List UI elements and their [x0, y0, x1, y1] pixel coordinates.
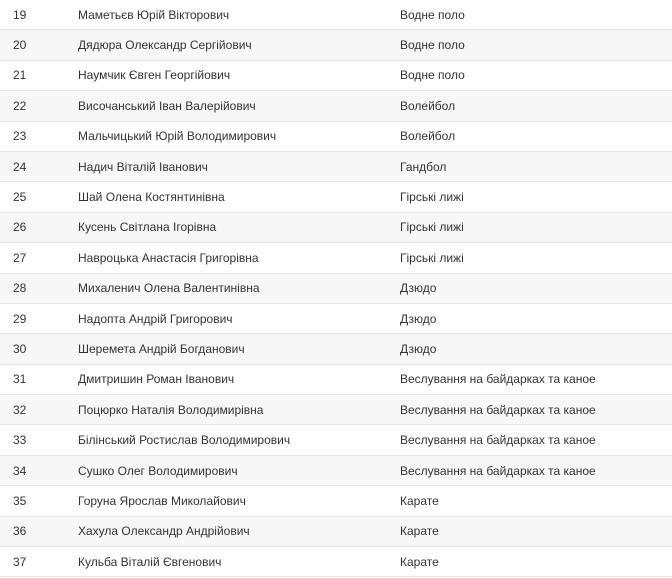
- sport-name: Гірські лижі: [400, 220, 464, 235]
- sport-name: Карате: [400, 554, 439, 569]
- athlete-name: Горуна Ярослав Миколайович: [78, 493, 246, 508]
- table-row: 20 Дядюра Олександр Сергійович Водне пол…: [0, 30, 672, 61]
- athlete-name: Михаленич Олена Валентинівна: [78, 281, 260, 296]
- row-number: 20: [13, 38, 27, 53]
- table-row: 34 Сушко Олег Володимирович Веслування н…: [0, 455, 672, 487]
- table-row: 19 Маметьєв Юрій Вікторович Водне поло: [0, 0, 672, 31]
- row-number: 29: [13, 311, 27, 326]
- sport-name: Водне поло: [400, 38, 465, 53]
- athlete-name: Наумчик Євген Георгійович: [78, 68, 231, 83]
- sport-name: Дзюдо: [400, 341, 437, 356]
- table-row: 23 Мальчицький Юрій Володимирович Волейб…: [0, 122, 672, 152]
- athlete-name: Кульба Віталій Євгенович: [78, 554, 222, 569]
- row-number: 21: [13, 68, 27, 83]
- sport-name: Веслування на байдарках та каное: [400, 433, 596, 448]
- table-row: 25 Шай Олена Костянтинівна Гірські лижі: [0, 182, 672, 213]
- table-row: 28 Михаленич Олена Валентинівна Дзюдо: [0, 273, 672, 304]
- athlete-name: Поцюрко Наталія Володимирівна: [78, 402, 264, 417]
- athlete-name: Шай Олена Костянтинівна: [78, 190, 225, 205]
- athlete-name: Дядюра Олександр Сергійович: [78, 38, 252, 53]
- athlete-name: Дмитришин Роман Іванович: [78, 372, 235, 387]
- row-number: 26: [13, 220, 27, 235]
- sport-name: Веслування на байдарках та каное: [400, 402, 596, 417]
- athlete-name: Надопта Андрій Григорович: [78, 311, 233, 326]
- table-row: 29 Надопта Андрій Григорович Дзюдо: [0, 304, 672, 335]
- table-row: 21 Наумчик Євген Георгійович Водне поло: [0, 61, 672, 92]
- sport-name: Карате: [400, 493, 439, 508]
- athlete-name: Хахула Олександр Андрійович: [78, 524, 250, 539]
- sport-name: Водне поло: [400, 68, 465, 83]
- athlete-name: Височанський Іван Валерійович: [78, 98, 256, 113]
- row-number: 30: [13, 341, 27, 356]
- row-number: 22: [13, 98, 27, 113]
- table-row: 37 Кульба Віталій Євгенович Карате: [0, 547, 672, 578]
- table-row: 36 Хахула Олександр Андрійович Карате: [0, 516, 672, 548]
- athlete-name: Мальчицький Юрій Володимирович: [78, 129, 277, 144]
- row-number: 19: [13, 7, 27, 22]
- table-row: 35 Горуна Ярослав Миколайович Карате: [0, 486, 672, 517]
- athlete-name: Навроцька Анастасія Григорівна: [78, 250, 259, 265]
- sport-name: Веслування на байдарках та каное: [400, 463, 596, 478]
- sport-name: Гірські лижі: [400, 250, 464, 265]
- row-number: 37: [13, 554, 27, 569]
- row-number: 35: [13, 493, 27, 508]
- table-row: 26 Кусень Світлана Ігорівна Гірські лижі: [0, 212, 672, 244]
- sport-name: Карате: [400, 524, 439, 539]
- table-row: 32 Поцюрко Наталія Володимирівна Веслува…: [0, 395, 672, 426]
- athlete-name: Шеремета Андрій Богданович: [78, 341, 245, 356]
- sport-name: Дзюдо: [400, 311, 437, 326]
- row-number: 24: [13, 159, 27, 174]
- table-row: 27 Навроцька Анастасія Григорівна Гірськ…: [0, 243, 672, 274]
- athlete-name: Маметьєв Юрій Вікторович: [78, 7, 230, 22]
- table-row: 22 Височанський Іван Валерійович Волейбо…: [0, 91, 672, 122]
- row-number: 23: [13, 129, 27, 144]
- row-number: 34: [13, 463, 27, 478]
- sport-name: Дзюдо: [400, 281, 437, 296]
- table-row: 31 Дмитришин Роман Іванович Веслування н…: [0, 365, 672, 396]
- table-row: 30 Шеремета Андрій Богданович Дзюдо: [0, 334, 672, 365]
- row-number: 28: [13, 281, 27, 296]
- sport-name: Веслування на байдарках та каное: [400, 372, 596, 387]
- athlete-name: Кусень Світлана Ігорівна: [78, 220, 217, 235]
- athlete-name: Надич Віталій Іванович: [78, 159, 208, 174]
- row-number: 33: [13, 433, 27, 448]
- sport-name: Волейбол: [400, 98, 456, 113]
- sport-name: Водне поло: [400, 7, 465, 22]
- sport-name: Гірські лижі: [400, 190, 464, 205]
- row-number: 25: [13, 190, 27, 205]
- table-row: 33 Білінський Ростислав Володимирович Ве…: [0, 425, 672, 456]
- athlete-name: Білінський Ростислав Володимирович: [78, 433, 291, 448]
- sport-name: Гандбол: [400, 159, 447, 174]
- row-number: 36: [13, 524, 27, 539]
- sport-name: Волейбол: [400, 129, 456, 144]
- row-number: 32: [13, 402, 27, 417]
- row-number: 31: [13, 372, 27, 387]
- athlete-name: Сушко Олег Володимирович: [78, 463, 238, 478]
- row-number: 27: [13, 250, 27, 265]
- athletes-table: 19 Маметьєв Юрій Вікторович Водне поло 2…: [0, 0, 672, 578]
- table-row: 24 Надич Віталій Іванович Гандбол: [0, 151, 672, 183]
